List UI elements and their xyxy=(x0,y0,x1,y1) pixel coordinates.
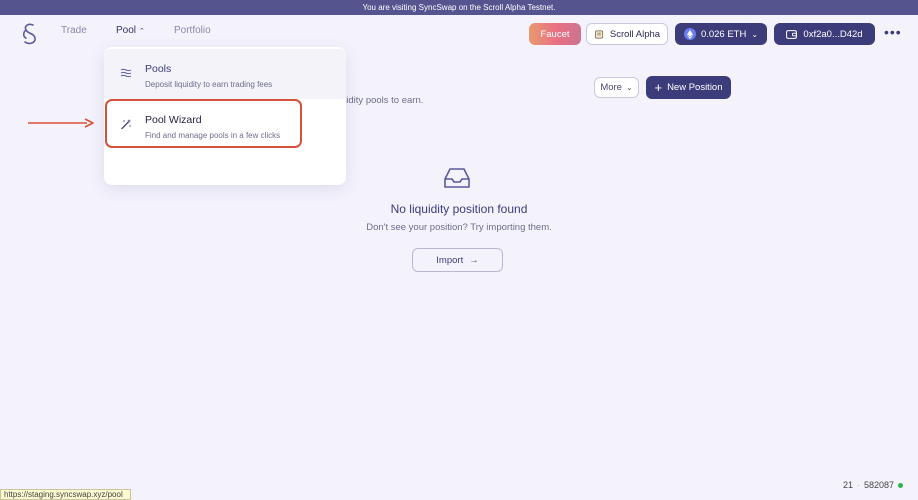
wallet-button[interactable]: 0xf2a0...D42d xyxy=(774,23,875,45)
nav-trade[interactable]: Trade xyxy=(61,25,87,36)
network-label: Scroll Alpha xyxy=(609,28,661,40)
menu-item-pools-description: Deposit liquidity to earn trading fees xyxy=(145,80,273,89)
menu-item-pools-title: Pools xyxy=(145,63,172,75)
banner-text: You are visiting SyncSwap on the Scroll … xyxy=(362,3,556,12)
balance-button[interactable]: 0.026 ETH ⌄ xyxy=(675,23,767,45)
waves-icon xyxy=(120,68,132,78)
block-number: 582087 xyxy=(864,480,895,490)
pool-dropdown-menu: Pools Deposit liquidity to earn trading … xyxy=(104,47,346,185)
plus-icon: + xyxy=(654,80,663,95)
block-separator: · xyxy=(857,480,861,490)
balance-label: 0.026 ETH xyxy=(700,28,747,40)
faucet-button[interactable]: Faucet xyxy=(529,23,581,45)
wallet-icon xyxy=(786,29,798,39)
nav-portfolio[interactable]: Portfolio xyxy=(174,25,211,36)
magic-wand-icon xyxy=(121,119,131,130)
annotation-arrow-icon xyxy=(28,118,94,128)
menu-item-pool-wizard-description: Find and manage pools in a few clicks xyxy=(145,131,281,140)
new-position-label: New Position xyxy=(667,82,723,93)
new-position-button[interactable]: + New Position xyxy=(646,76,731,99)
block-left-value: 21 xyxy=(843,480,854,490)
syncswap-logo-icon[interactable] xyxy=(20,22,40,46)
menu-item-pools[interactable]: Pools Deposit liquidity to earn trading … xyxy=(104,49,346,99)
import-label: Import xyxy=(436,254,464,266)
inbox-icon xyxy=(444,168,470,188)
wallet-address: 0xf2a0...D42d xyxy=(803,28,863,40)
nav-pool-label: Pool xyxy=(116,25,137,36)
nav-pool[interactable]: Pool ⌃ xyxy=(116,25,145,36)
status-dot-icon xyxy=(898,482,904,488)
empty-state-description: Don't see your position? Try importing t… xyxy=(366,222,552,233)
ethereum-icon xyxy=(683,28,696,40)
browser-status-url: https://staging.syncswap.xyz/pool xyxy=(0,489,131,500)
menu-item-pool-wizard-title: Pool Wizard xyxy=(145,114,202,126)
arrow-right-icon: → xyxy=(469,254,479,266)
more-label: More xyxy=(600,82,622,93)
block-info: 21 · 582087 xyxy=(843,480,904,490)
more-options-icon[interactable]: ••• xyxy=(884,24,902,40)
network-selector-button[interactable]: Scroll Alpha xyxy=(586,23,668,45)
testnet-banner: You are visiting SyncSwap on the Scroll … xyxy=(0,0,918,15)
import-button[interactable]: Import → xyxy=(412,248,503,272)
scroll-network-icon xyxy=(594,29,603,39)
chevron-up-icon: ⌃ xyxy=(139,28,145,35)
menu-item-pool-wizard[interactable]: Pool Wizard Find and manage pools in a f… xyxy=(104,100,346,150)
chevron-down-icon: ⌄ xyxy=(625,83,633,92)
chevron-down-icon: ⌄ xyxy=(751,29,759,39)
empty-state-title: No liquidity position found xyxy=(390,202,528,216)
more-button[interactable]: More ⌄ xyxy=(594,77,639,98)
page-subtitle: uidity pools to earn. xyxy=(341,95,424,106)
